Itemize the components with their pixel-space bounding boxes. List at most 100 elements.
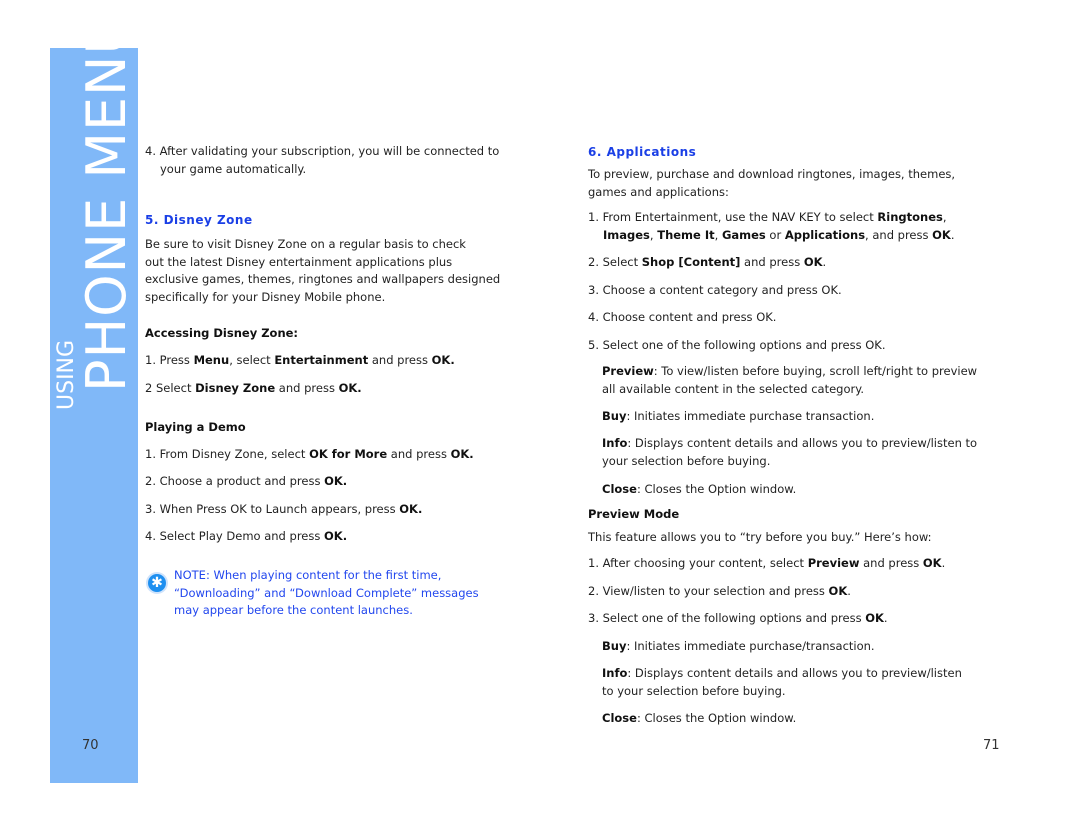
section-title: PHONE MENUS xyxy=(75,0,138,392)
text-run: may appear before the content launches. xyxy=(174,603,413,618)
text-run: 2. Select xyxy=(588,255,642,269)
text-run: 1. After choosing your content, select xyxy=(588,556,808,570)
text-run: and press xyxy=(368,353,432,367)
bold-term: OK. xyxy=(338,381,362,395)
text-line: 3. Choose a content category and press O… xyxy=(588,282,842,300)
app-step-2: 2. Select Shop [Content] and press OK. xyxy=(588,254,826,272)
text-line: This feature allows you to “try before y… xyxy=(588,529,932,547)
bold-term: Ringtones xyxy=(877,210,943,224)
bold-term: OK xyxy=(932,227,951,242)
bold-term: OK xyxy=(803,255,823,269)
text-line: 2 Select Disney Zone and press OK. xyxy=(145,380,362,398)
bold-term: Close xyxy=(602,482,637,496)
bold-term: Entertainment xyxy=(274,353,369,367)
text-line: 3. When Press OK to Launch appears, pres… xyxy=(145,501,422,519)
bold-term: Preview xyxy=(602,364,654,378)
option-preview: Preview: To view/listen before buying, s… xyxy=(602,363,977,398)
accessing-subheading: Accessing Disney Zone: xyxy=(145,326,299,340)
app-step-4: 4. Choose content and press OK. xyxy=(588,309,776,327)
preview-option-close: Close: Closes the Option window. xyxy=(602,710,796,728)
text-run: and press xyxy=(387,447,451,461)
text-line: Buy: Initiates immediate purchase/transa… xyxy=(602,638,875,656)
bold-term: OK. xyxy=(399,502,423,516)
preview-step-3: 3. Select one of the following options a… xyxy=(588,610,888,628)
text-run: : Initiates immediate purchase/transacti… xyxy=(626,639,875,653)
demo-step-3: 3. When Press OK to Launch appears, pres… xyxy=(145,501,422,519)
text-run: , xyxy=(714,227,722,242)
preview-option-info: Info: Displays content details and allow… xyxy=(602,665,962,700)
disney-zone-heading: 5. Disney Zone xyxy=(145,213,253,227)
text-line: your selection before buying. xyxy=(602,453,977,471)
bold-term: Games xyxy=(721,227,766,242)
bold-term: Buy xyxy=(602,639,627,653)
text-line: 4. Choose content and press OK. xyxy=(588,309,776,327)
option-close: Close: Closes the Option window. xyxy=(602,481,796,499)
bold-term: Menu xyxy=(193,353,230,367)
text-line: Buy: Initiates immediate purchase transa… xyxy=(602,408,874,426)
text-line: 3. Select one of the following options a… xyxy=(588,610,888,628)
text-line: 1. After choosing your content, select P… xyxy=(588,555,945,573)
text-line: 2. View/listen to your selection and pre… xyxy=(588,583,851,601)
preview-step-1: 1. After choosing your content, select P… xyxy=(588,555,945,573)
bold-term: Buy xyxy=(602,409,627,423)
text-line: Preview: To view/listen before buying, s… xyxy=(602,363,977,381)
bold-term: OK. xyxy=(324,529,348,543)
text-run: Be sure to visit Disney Zone on a regula… xyxy=(145,237,466,251)
text-line: all available content in the selected ca… xyxy=(602,381,977,399)
text-line: 1. From Disney Zone, select OK for More … xyxy=(145,446,474,464)
text-run: games and applications: xyxy=(588,184,729,199)
text-run: . xyxy=(847,584,851,598)
text-run: and press xyxy=(740,255,804,269)
bold-term: Info xyxy=(602,436,628,450)
bold-term: OK. xyxy=(324,474,348,488)
text-run: or xyxy=(765,227,785,242)
text-line: To preview, purchase and download ringto… xyxy=(588,166,955,184)
text-run: 4. Select Play Demo and press xyxy=(145,529,325,543)
text-run: : Closes the Option window. xyxy=(636,482,797,496)
text-run: , and press xyxy=(865,227,933,242)
text-run: “Downloading” and “Download Complete” me… xyxy=(174,585,479,600)
bold-term: OK xyxy=(865,611,884,625)
text-line: Close: Closes the Option window. xyxy=(602,481,796,499)
text-run: : Closes the Option window. xyxy=(636,711,797,725)
preview-mode-subheading: Preview Mode xyxy=(588,507,680,521)
text-run: : To view/listen before buying, scroll l… xyxy=(653,364,978,378)
text-run: 3. Select one of the following options a… xyxy=(588,611,866,625)
text-line: out the latest Disney entertainment appl… xyxy=(145,254,500,272)
text-run: 3. Choose a content category and press O… xyxy=(588,283,842,297)
text-line: Images, Theme It, Games or Applications,… xyxy=(588,227,954,245)
bold-term: Info xyxy=(602,666,628,680)
text-run: 1. From Entertainment, use the NAV KEY t… xyxy=(588,210,878,224)
bold-term: Preview xyxy=(807,556,860,570)
bold-term: OK xyxy=(922,556,942,570)
text-run: , select xyxy=(229,353,275,367)
text-line: NOTE: When playing content for the first… xyxy=(174,567,479,585)
bold-term: OK. xyxy=(450,447,474,461)
text-run: 3. When Press OK to Launch appears, pres… xyxy=(145,502,400,516)
text-run: specifically for your Disney Mobile phon… xyxy=(145,289,386,304)
text-run: NOTE: When playing content for the first… xyxy=(174,568,442,582)
step-4-paragraph: 4. After validating your subscription, y… xyxy=(145,143,499,178)
bold-term: Images xyxy=(603,227,650,242)
text-run: out the latest Disney entertainment appl… xyxy=(145,254,453,269)
note-text: NOTE: When playing content for the first… xyxy=(174,567,479,620)
text-run: and press xyxy=(859,556,923,570)
access-step-1: 1. Press Menu, select Entertainment and … xyxy=(145,352,455,370)
text-line: 4. Select Play Demo and press OK. xyxy=(145,528,347,546)
text-run: : Displays content details and allows yo… xyxy=(627,436,978,450)
text-run: all available content in the selected ca… xyxy=(602,381,865,396)
text-run: , xyxy=(942,210,947,224)
text-run: . xyxy=(941,556,946,570)
app-step-5: 5. Select one of the following options a… xyxy=(588,337,885,355)
text-run: . xyxy=(822,255,827,269)
preview-option-buy: Buy: Initiates immediate purchase/transa… xyxy=(602,638,875,656)
option-info: Info: Displays content details and allow… xyxy=(602,435,977,470)
text-line: your game automatically. xyxy=(145,161,499,179)
text-run: your game automatically. xyxy=(160,161,307,176)
text-run: . xyxy=(883,611,888,625)
playing-demo-subheading: Playing a Demo xyxy=(145,420,246,434)
text-line: 2. Choose a product and press OK. xyxy=(145,473,347,491)
bold-term: Theme It xyxy=(657,227,715,242)
bold-term: Close xyxy=(602,711,637,725)
preview-step-2: 2. View/listen to your selection and pre… xyxy=(588,583,851,601)
